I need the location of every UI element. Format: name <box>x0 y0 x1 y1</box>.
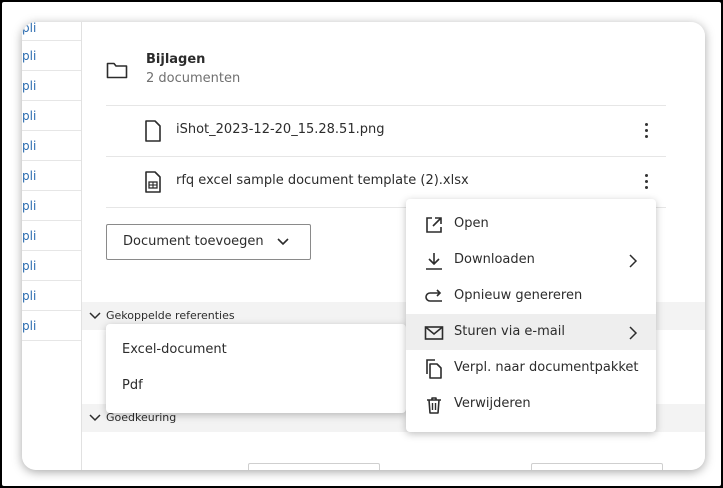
list-item[interactable]: pli <box>22 281 81 311</box>
regenerate-icon <box>425 289 442 302</box>
attachments-header[interactable]: Bijlagen 2 documenten <box>106 50 666 106</box>
more-options-icon[interactable] <box>638 120 654 142</box>
file-row[interactable]: iShot_2023-12-20_15.28.51.png <box>106 106 666 157</box>
more-options-icon[interactable] <box>638 171 654 193</box>
list-item[interactable]: pli <box>22 221 81 251</box>
chevron-right-icon <box>629 326 638 340</box>
list-item-label: pli <box>22 229 37 243</box>
menu-item-delete[interactable]: Verwijderen <box>406 386 656 422</box>
list-item[interactable]: pli <box>22 161 81 191</box>
menu-item-download[interactable]: Downloaden <box>406 242 656 278</box>
list-item-label: pli <box>22 139 37 153</box>
menu-item-excel-document[interactable]: Excel-document <box>122 342 227 357</box>
chevron-right-icon <box>629 254 638 268</box>
menu-item-label: Verpl. naar documentpakket <box>454 360 639 375</box>
partial-button[interactable] <box>248 463 380 470</box>
mail-icon <box>424 326 444 340</box>
file-context-menu: Open Downloaden Opnieuw genereren Sturen… <box>406 199 656 432</box>
menu-item-label: Sturen via e-mail <box>454 324 565 339</box>
list-item-label: pli <box>22 22 37 35</box>
list-item-label: pli <box>22 109 37 123</box>
list-item[interactable]: pli <box>22 71 81 101</box>
menu-item-open[interactable]: Open <box>406 206 656 242</box>
folder-icon <box>106 62 128 79</box>
list-item-label: pli <box>22 49 37 63</box>
list-item[interactable]: pli <box>22 131 81 161</box>
menu-item-send-email[interactable]: Sturen via e-mail <box>406 314 656 350</box>
section-title: Gekoppelde referenties <box>106 309 235 322</box>
list-item[interactable]: pli <box>22 41 81 71</box>
chevron-down-icon <box>277 238 289 246</box>
list-item[interactable]: pli <box>22 191 81 221</box>
left-list-panel: pli pli pli pli pli pli pli pli pli pli … <box>22 22 82 470</box>
chevron-down-icon <box>89 312 101 320</box>
list-item-label: pli <box>22 319 37 333</box>
add-document-button[interactable]: Document toevoegen <box>106 224 311 260</box>
list-item[interactable]: pli <box>22 311 81 341</box>
menu-item-label: Opnieuw genereren <box>454 288 583 303</box>
list-item-label: pli <box>22 259 37 273</box>
menu-item-label: Downloaden <box>454 252 535 267</box>
attachments-count: 2 documenten <box>146 71 241 86</box>
menu-item-regenerate[interactable]: Opnieuw genereren <box>406 278 656 314</box>
menu-item-label: Verwijderen <box>454 396 531 411</box>
list-item-label: pli <box>22 199 37 213</box>
copy-icon <box>426 359 442 379</box>
menu-item-move-to-package[interactable]: Verpl. naar documentpakket <box>406 350 656 386</box>
list-item[interactable]: pli <box>22 22 81 41</box>
send-email-submenu: Excel-document Pdf <box>106 324 406 413</box>
list-item-label: pli <box>22 79 37 93</box>
menu-item-pdf[interactable]: Pdf <box>122 378 143 393</box>
file-name: iShot_2023-12-20_15.28.51.png <box>176 122 385 137</box>
file-icon <box>145 120 161 142</box>
add-document-label: Document toevoegen <box>123 234 264 249</box>
list-item-label: pli <box>22 169 37 183</box>
partial-button[interactable] <box>531 463 663 470</box>
external-link-icon <box>426 217 442 233</box>
spreadsheet-file-icon <box>145 171 161 193</box>
list-item[interactable]: pli <box>22 251 81 281</box>
list-item[interactable]: pli <box>22 101 81 131</box>
trash-icon <box>427 397 441 414</box>
download-icon <box>426 253 442 270</box>
attachments-title: Bijlagen <box>146 52 206 67</box>
menu-item-label: Open <box>454 216 489 231</box>
file-name: rfq excel sample document template (2).x… <box>176 173 469 188</box>
list-item-label: pli <box>22 289 37 303</box>
chevron-down-icon <box>89 414 101 422</box>
